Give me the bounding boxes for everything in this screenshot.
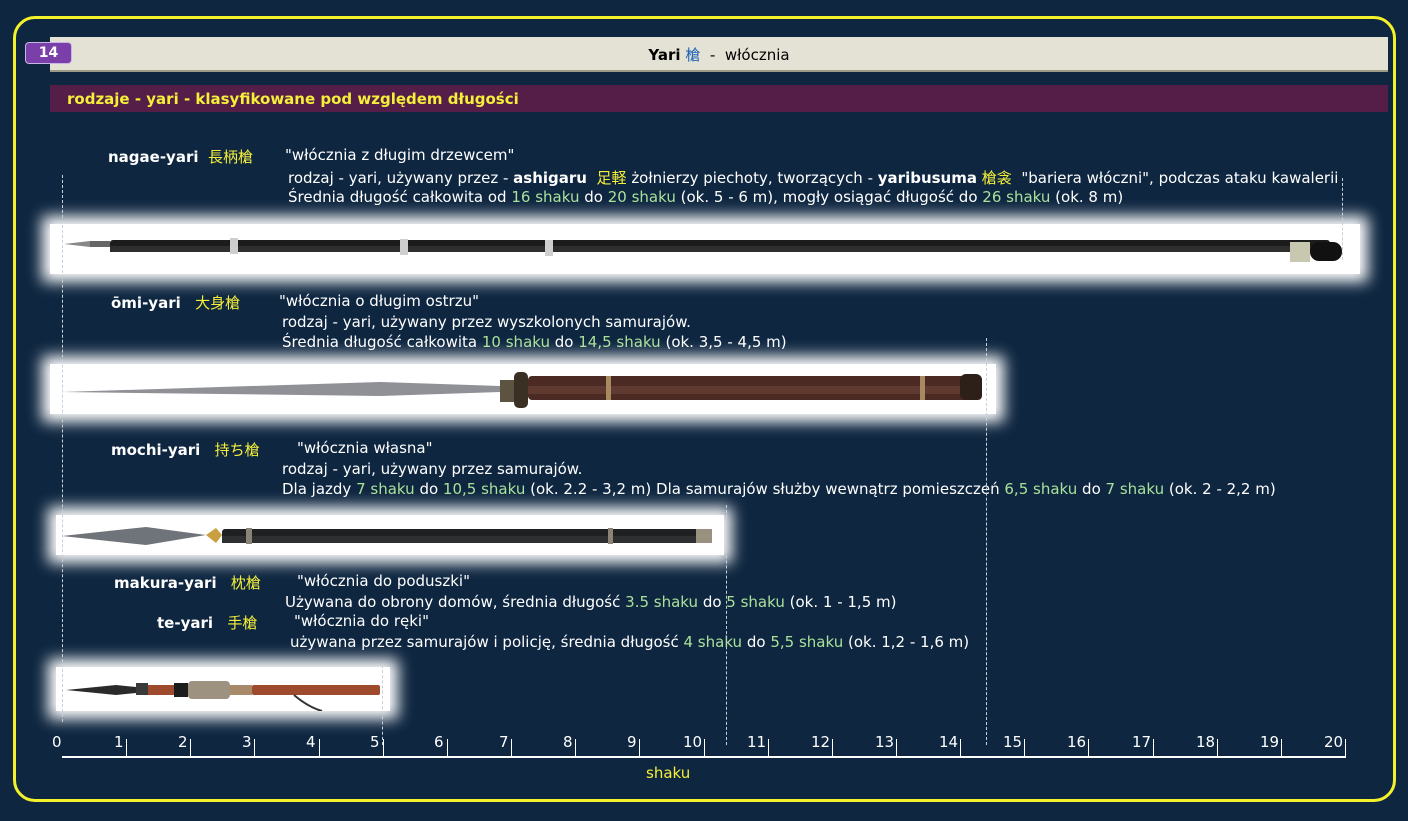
te-yari-image: [56, 667, 390, 712]
axis-tick: [1088, 739, 1089, 757]
te-yari-spear-icon: [66, 681, 380, 712]
nagae-yari-spear-icon: [64, 238, 1342, 262]
mochi-yari-name: mochi-yari 持ち槍: [111, 441, 260, 459]
axis-tick: [832, 739, 833, 757]
guide-line-20: [1342, 178, 1343, 260]
nagae-yari-meaning: "włócznia z długim drzewcem": [285, 146, 515, 164]
section-bar: rodzaje - yari - klasyfikowane pod wzglę…: [50, 85, 1388, 112]
axis-tick-label: 13: [875, 733, 895, 751]
axis-tick: [1024, 739, 1025, 757]
te-yari-desc: używana przez samurajów i policję, średn…: [290, 633, 970, 651]
guide-line-10-5: [726, 505, 727, 745]
mochi-yari-spear-icon: [62, 527, 712, 545]
axis-tick-label: 4: [306, 733, 316, 751]
axis-tick: [1153, 739, 1154, 757]
makura-yari-desc: Używana do obrony domów, średnia długość…: [285, 593, 897, 611]
axis-tick-label: 5: [370, 733, 380, 751]
axis-tick-label: 7: [499, 733, 509, 751]
axis-tick: [319, 739, 320, 757]
axis-tick-label: 2: [178, 733, 188, 751]
axis-tick-label: 9: [627, 733, 637, 751]
axis-tick: [1345, 739, 1346, 757]
guide-line-0: [62, 175, 63, 722]
omi-yari-length: Średnia długość całkowita 10 shaku do 14…: [282, 333, 787, 351]
axis-tick: [126, 739, 127, 757]
axis-tick-label: 0: [52, 733, 62, 751]
axis-tick: [511, 739, 512, 757]
te-yari-meaning: "włócznia do ręki": [294, 612, 429, 630]
guide-line-5: [382, 665, 383, 745]
axis-tick-label: 18: [1196, 733, 1216, 751]
axis-tick: [575, 739, 576, 757]
nagae-yari-length: Średnia długość całkowita od 16 shaku do…: [288, 188, 1124, 206]
axis-tick-label: 1: [114, 733, 124, 751]
axis-tick: [768, 739, 769, 757]
axis-tick: [896, 739, 897, 757]
te-yari-name: te-yari 手槍: [157, 614, 258, 632]
axis-tick: [1281, 739, 1282, 757]
axis-tick: [704, 739, 705, 757]
axis-tick-label: 20: [1324, 733, 1344, 751]
axis-tick: [383, 739, 384, 757]
axis-tick: [190, 739, 191, 757]
axis-tick-label: 15: [1003, 733, 1023, 751]
axis-tick-label: 19: [1260, 733, 1280, 751]
axis-tick-label: 3: [242, 733, 252, 751]
mochi-yari-length: Dla jazdy 7 shaku do 10,5 shaku (ok. 2.2…: [282, 480, 1276, 498]
makura-yari-meaning: "włócznia do poduszki": [297, 572, 470, 590]
nagae-yari-image: [50, 224, 1360, 274]
omi-yari-spear-icon: [62, 372, 982, 408]
axis-tick-label: 8: [563, 733, 573, 751]
nagae-yari-name: nagae-yari 長柄槍: [108, 148, 254, 166]
section-subtitle: rodzaje - yari - klasyfikowane pod wzglę…: [67, 90, 519, 108]
axis-tick-label: 17: [1132, 733, 1152, 751]
omi-yari-name: ōmi-yari 大身槍: [111, 294, 241, 312]
omi-yari-image: [50, 364, 996, 414]
axis-tick-label: 16: [1067, 733, 1087, 751]
axis-tick: [254, 739, 255, 757]
makura-yari-name: makura-yari 枕槍: [114, 574, 261, 592]
axis-tick-label: 14: [939, 733, 959, 751]
mochi-yari-meaning: "włócznia własna": [297, 439, 433, 457]
axis-tick-label: 12: [811, 733, 831, 751]
page-title: Yari 槍 - włócznia: [648, 46, 790, 64]
guide-line-14-5: [986, 338, 987, 745]
axis-tick-label: 11: [747, 733, 767, 751]
axis-tick-label: 10: [683, 733, 703, 751]
axis-tick: [960, 739, 961, 757]
axis-tick-label: 6: [434, 733, 444, 751]
nagae-yari-desc: rodzaj - yari, używany przez - ashigaru …: [288, 169, 1339, 187]
axis-unit-label: shaku: [646, 764, 691, 782]
omi-yari-meaning: "włócznia o długim ostrzu": [279, 292, 479, 310]
page-number-badge: 14: [25, 42, 72, 64]
axis-tick: [1217, 739, 1218, 757]
title-bar: Yari 槍 - włócznia: [50, 37, 1388, 72]
axis-tick: [447, 739, 448, 757]
mochi-yari-image: [56, 515, 724, 555]
axis-tick: [639, 739, 640, 757]
omi-yari-desc: rodzaj - yari, używany przez wyszkolonyc…: [282, 313, 691, 331]
mochi-yari-desc: rodzaj - yari, używany przez samurajów.: [282, 460, 583, 478]
